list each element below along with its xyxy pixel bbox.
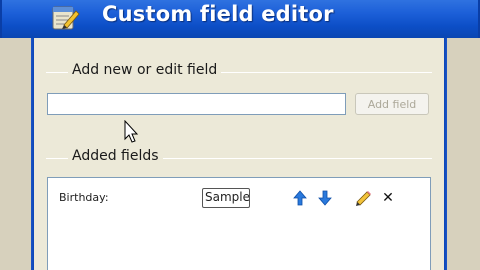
added-fields-group-header: Added fields xyxy=(46,148,432,168)
edit-pencil-icon[interactable] xyxy=(354,189,372,207)
window-title: Custom field editor xyxy=(102,2,334,26)
add-field-button[interactable]: Add field xyxy=(355,93,429,115)
move-down-icon[interactable] xyxy=(316,189,334,207)
field-sample-preview[interactable]: Sample xyxy=(202,188,250,208)
new-field-group-header: Add new or edit field xyxy=(46,62,432,82)
notepad-pencil-icon xyxy=(50,3,80,31)
added-fields-list[interactable]: Birthday: Sample ✕ xyxy=(47,177,431,270)
added-fields-group-legend: Added fields xyxy=(68,148,163,164)
mouse-pointer-icon xyxy=(124,119,140,144)
field-name-label: Birthday: xyxy=(59,191,109,204)
window-frame-right xyxy=(444,38,480,270)
delete-icon[interactable]: ✕ xyxy=(379,189,397,207)
title-bar[interactable]: Custom field editor xyxy=(0,0,480,38)
window-frame-left xyxy=(0,38,34,270)
new-field-group-legend: Add new or edit field xyxy=(68,62,222,78)
move-up-icon[interactable] xyxy=(291,189,309,207)
field-row: Birthday: Sample ✕ xyxy=(48,188,430,210)
field-name-input[interactable] xyxy=(47,93,346,115)
dialog-content: Add new or edit field Add field Added fi… xyxy=(34,38,444,270)
